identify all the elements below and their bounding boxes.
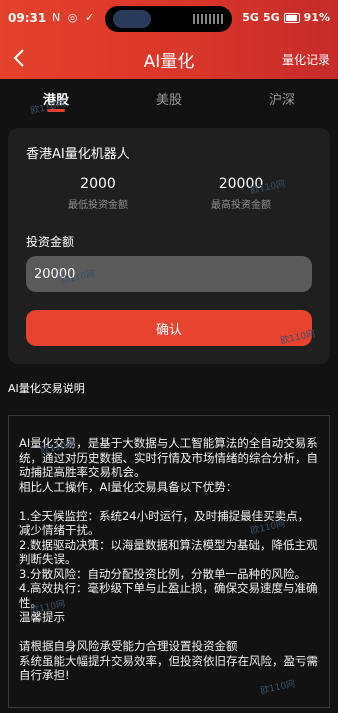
audio-wave-icon [193, 14, 223, 24]
description-line: 2.数据驱动决策：以海量数据和算法模型为基础，降低主观判断失误。 [19, 537, 318, 567]
tab-hk[interactable]: 港股 [0, 89, 112, 108]
market-tabs: 港股 美股 沪深 [0, 79, 338, 119]
robot-card: 香港AI量化机器人 2000 最低投资金额 20000 最高投资金额 投资金额 … [8, 128, 330, 364]
amount-input[interactable] [26, 256, 312, 292]
battery-icon [283, 12, 300, 23]
description-box: AI量化交易，是基于大数据与人工智能算法的全自动交易系统，通过对历史数据、实时行… [8, 415, 330, 708]
description-heading: AI量化交易说明 [8, 382, 85, 395]
app-header: AI量化 量化记录 [0, 38, 338, 79]
robot-title: 香港AI量化机器人 [26, 147, 130, 162]
max-investment-value: 20000 [218, 176, 264, 192]
min-investment-value: 2000 [80, 176, 116, 192]
description-line: 相比人工操作，AI量化交易具备以下优势： [19, 479, 238, 494]
status-time: 09:31 [8, 11, 47, 25]
confirm-button[interactable]: 确认 [26, 310, 312, 346]
network-label: 5G [242, 11, 259, 24]
description-line: 1.全天候监控：系统24小时运行，及时捕捉最佳买卖点，减少情绪干扰。 [19, 508, 310, 538]
status-bar: 09:31 N ◎ ✓ 5G 5G 91% [0, 0, 338, 38]
dynamic-island [105, 6, 232, 32]
network-label-2: 5G [262, 11, 280, 24]
max-investment: 20000 最高投资金额 [171, 176, 311, 211]
active-tab-indicator [47, 109, 65, 112]
description-line: 3.分散风险：自动分配投资比例，分散单一品种的风险。 [19, 566, 306, 581]
battery-percent: 91% [303, 11, 330, 24]
max-investment-label: 最高投资金额 [211, 200, 271, 211]
description-line: 温馨提示 [19, 610, 65, 624]
quant-records-link[interactable]: 量化记录 [282, 51, 330, 68]
notification-icons: N ◎ ✓ [52, 11, 97, 24]
description-line: 4.高效执行：毫秒级下单与止盈止损，确保交易速度与准确性。 [19, 581, 318, 610]
description-line: 系统虽能大幅提升交易效率，但投资依旧存在风险，盈亏需自行承担! [19, 653, 318, 683]
min-investment-label: 最低投资金额 [68, 200, 128, 211]
tab-us[interactable]: 美股 [113, 89, 225, 108]
description-line: AI量化交易，是基于大数据与人工智能算法的全自动交易系统，通过对历史数据、实时行… [19, 436, 318, 479]
tab-sh-sz[interactable]: 沪深 [226, 89, 338, 108]
amount-label: 投资金额 [26, 235, 75, 249]
description-line [19, 494, 319, 509]
description-text: AI量化交易，是基于大数据与人工智能算法的全自动交易系统，通过对历史数据、实时行… [19, 436, 319, 683]
media-thumbnail-icon [113, 10, 151, 28]
min-investment: 2000 最低投资金额 [28, 176, 168, 211]
description-line [19, 625, 319, 640]
description-line: 请根据自身风险承受能力合理设置投资金额 [19, 639, 238, 653]
status-right: 5G 5G 91% [242, 11, 330, 24]
